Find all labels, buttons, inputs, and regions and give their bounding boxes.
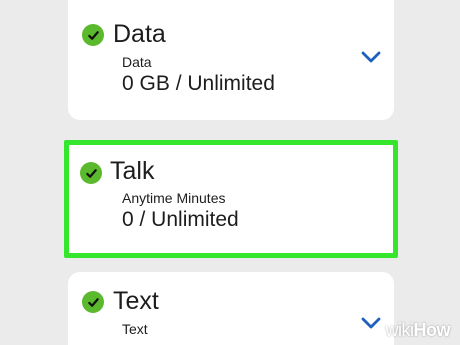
usage-card-data[interactable]: Data Data 0 GB / Unlimited [68, 0, 394, 120]
usage-card-text[interactable]: Text Text [68, 272, 394, 345]
chevron-down-icon[interactable] [360, 316, 382, 330]
checkmark-circle-icon [80, 162, 102, 184]
chevron-down-icon[interactable] [360, 50, 382, 64]
watermark-part1: wiki [385, 320, 415, 340]
wikihow-watermark: wikiHow [386, 320, 451, 341]
card-subtitle: Data [122, 54, 152, 70]
card-value: 0 GB / Unlimited [122, 72, 275, 95]
checkmark-circle-icon [82, 291, 104, 313]
watermark-part2: How [413, 320, 451, 340]
card-subtitle: Anytime Minutes [122, 190, 226, 206]
checkmark-circle-icon [82, 24, 104, 46]
usage-card-talk[interactable]: Talk Anytime Minutes 0 / Unlimited [64, 140, 398, 258]
card-title: Text [113, 287, 159, 315]
card-title: Talk [110, 157, 155, 185]
card-value: 0 / Unlimited [122, 208, 239, 231]
usage-screen: Data Data 0 GB / Unlimited Talk Anytime … [0, 0, 460, 345]
card-subtitle: Text [122, 321, 148, 337]
card-title: Data [113, 20, 166, 48]
